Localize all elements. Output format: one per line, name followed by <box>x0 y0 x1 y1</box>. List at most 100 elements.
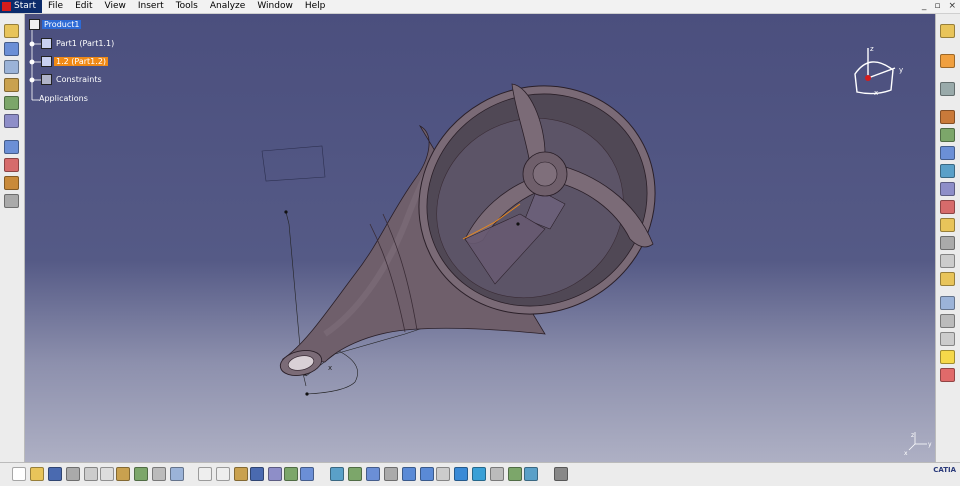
iso-view-icon[interactable] <box>472 467 486 481</box>
assembly-icon[interactable] <box>4 60 19 74</box>
menu-start-label: Start <box>14 1 36 11</box>
clash-icon[interactable] <box>940 368 955 382</box>
menu-edit[interactable]: Edit <box>69 0 98 13</box>
compass-x-label: x <box>874 89 878 97</box>
angle-icon[interactable] <box>940 182 955 196</box>
tree-node-part1[interactable]: Part1 (Part1.1) <box>41 38 116 49</box>
shading-icon[interactable] <box>490 467 504 481</box>
menu-file[interactable]: File <box>42 0 69 13</box>
quick-constraint-icon[interactable] <box>940 218 955 232</box>
copy-icon[interactable] <box>100 467 114 481</box>
guide-point <box>305 392 309 396</box>
close-button[interactable]: × <box>948 0 956 13</box>
product-node-icon <box>29 19 40 30</box>
tree-node-product1[interactable]: Product1 <box>29 19 82 30</box>
menu-window[interactable]: Window <box>251 0 299 13</box>
tree-node-part2[interactable]: 1.2 (Part1.2) <box>41 56 109 67</box>
part-icon[interactable] <box>4 96 19 110</box>
menu-start[interactable]: Start <box>0 0 42 13</box>
minimize-button[interactable]: _ <box>922 0 927 13</box>
measure-icon[interactable] <box>940 296 955 310</box>
specification-tree: Product1 Part1 (Part1.1) 1.2 (Part1.2) C… <box>25 14 225 124</box>
snap-icon[interactable] <box>940 82 955 96</box>
coincidence-icon[interactable] <box>940 128 955 142</box>
graph-tree-icon[interactable] <box>4 140 19 154</box>
multi-view-icon[interactable] <box>454 467 468 481</box>
guide-point <box>284 210 288 214</box>
contact-icon[interactable] <box>940 146 955 160</box>
print-icon[interactable] <box>66 467 80 481</box>
mini-axis: z y x <box>904 432 932 457</box>
comment-icon[interactable] <box>216 467 230 481</box>
new-icon[interactable] <box>12 467 26 481</box>
part-node-icon <box>41 56 52 67</box>
multi-instance-icon[interactable] <box>4 158 19 172</box>
menu-analyze[interactable]: Analyze <box>204 0 251 13</box>
zoom-area-icon[interactable] <box>436 467 450 481</box>
cut-icon[interactable] <box>84 467 98 481</box>
menu-help[interactable]: Help <box>299 0 332 13</box>
compass-y-label: y <box>899 66 903 74</box>
guide-point <box>516 222 520 226</box>
redo-icon[interactable] <box>152 467 166 481</box>
left-toolbar <box>0 14 25 462</box>
menu-insert[interactable]: Insert <box>132 0 170 13</box>
paste-icon[interactable] <box>116 467 130 481</box>
compass-z-label: z <box>870 45 874 53</box>
select-arrow-icon[interactable] <box>940 54 955 68</box>
hide-icon[interactable] <box>508 467 522 481</box>
camera-icon[interactable] <box>554 467 568 481</box>
navigate-icon[interactable] <box>300 467 314 481</box>
fit-all-icon[interactable] <box>330 467 344 481</box>
update-icon[interactable] <box>940 272 955 286</box>
menu-tools[interactable]: Tools <box>170 0 204 13</box>
3d-viewport[interactable]: x z y x z y x Product1 Part1 (Part1.1) 1… <box>25 14 935 462</box>
whats-this-icon[interactable] <box>170 467 184 481</box>
compass-widget[interactable]: z y x <box>854 45 903 97</box>
measure-between-icon[interactable] <box>940 314 955 328</box>
undo-icon[interactable] <box>134 467 148 481</box>
catalog-icon[interactable] <box>250 467 264 481</box>
compass-y-axis <box>867 67 896 79</box>
fix-icon[interactable] <box>940 110 955 124</box>
component-icon[interactable] <box>4 78 19 92</box>
tree-node-part1-label: Part1 (Part1.1) <box>56 39 115 48</box>
tree-lines <box>29 28 41 101</box>
flexible-icon[interactable] <box>940 236 955 250</box>
tree-node-part2-label: 1.2 (Part1.2) <box>54 57 109 66</box>
globe-icon[interactable] <box>4 42 19 56</box>
tree-node-product1-label: Product1 <box>42 20 82 29</box>
rotate-icon[interactable] <box>366 467 380 481</box>
zoom-in-icon[interactable] <box>402 467 416 481</box>
compass-origin <box>865 75 871 81</box>
document-icon[interactable] <box>4 194 19 208</box>
menu-view[interactable]: View <box>99 0 132 13</box>
restore-button[interactable]: ▫ <box>934 0 940 13</box>
formula-icon[interactable] <box>198 467 212 481</box>
fix-together-icon[interactable] <box>940 200 955 214</box>
zoom-out-icon[interactable] <box>420 467 434 481</box>
save-icon[interactable] <box>48 467 62 481</box>
tree-node-constraints[interactable]: Constraints <box>41 74 104 85</box>
workbench-icon[interactable] <box>940 24 955 38</box>
fast-instance-icon[interactable] <box>4 176 19 190</box>
reuse-pattern-icon[interactable] <box>940 254 955 268</box>
fly-icon[interactable] <box>284 467 298 481</box>
tree-node-applications[interactable]: Applications <box>37 94 90 103</box>
open-icon[interactable] <box>30 467 44 481</box>
knowledge-icon[interactable] <box>234 467 248 481</box>
hide-show-icon[interactable] <box>940 332 955 346</box>
replace-icon[interactable] <box>4 114 19 128</box>
offset-icon[interactable] <box>940 164 955 178</box>
product-icon[interactable] <box>4 24 19 38</box>
mini-axis-x <box>908 443 916 451</box>
bottom-toolbar <box>0 462 960 486</box>
design-table-icon[interactable] <box>268 467 282 481</box>
swap-space-icon[interactable] <box>524 467 538 481</box>
menu-bar: Start File Edit View Insert Tools Analyz… <box>0 0 960 14</box>
pan-icon[interactable] <box>348 467 362 481</box>
lightbulb-icon[interactable] <box>940 350 955 364</box>
tree-node-applications-label: Applications <box>39 94 88 103</box>
normal-view-icon[interactable] <box>384 467 398 481</box>
hub-cap <box>532 161 558 187</box>
